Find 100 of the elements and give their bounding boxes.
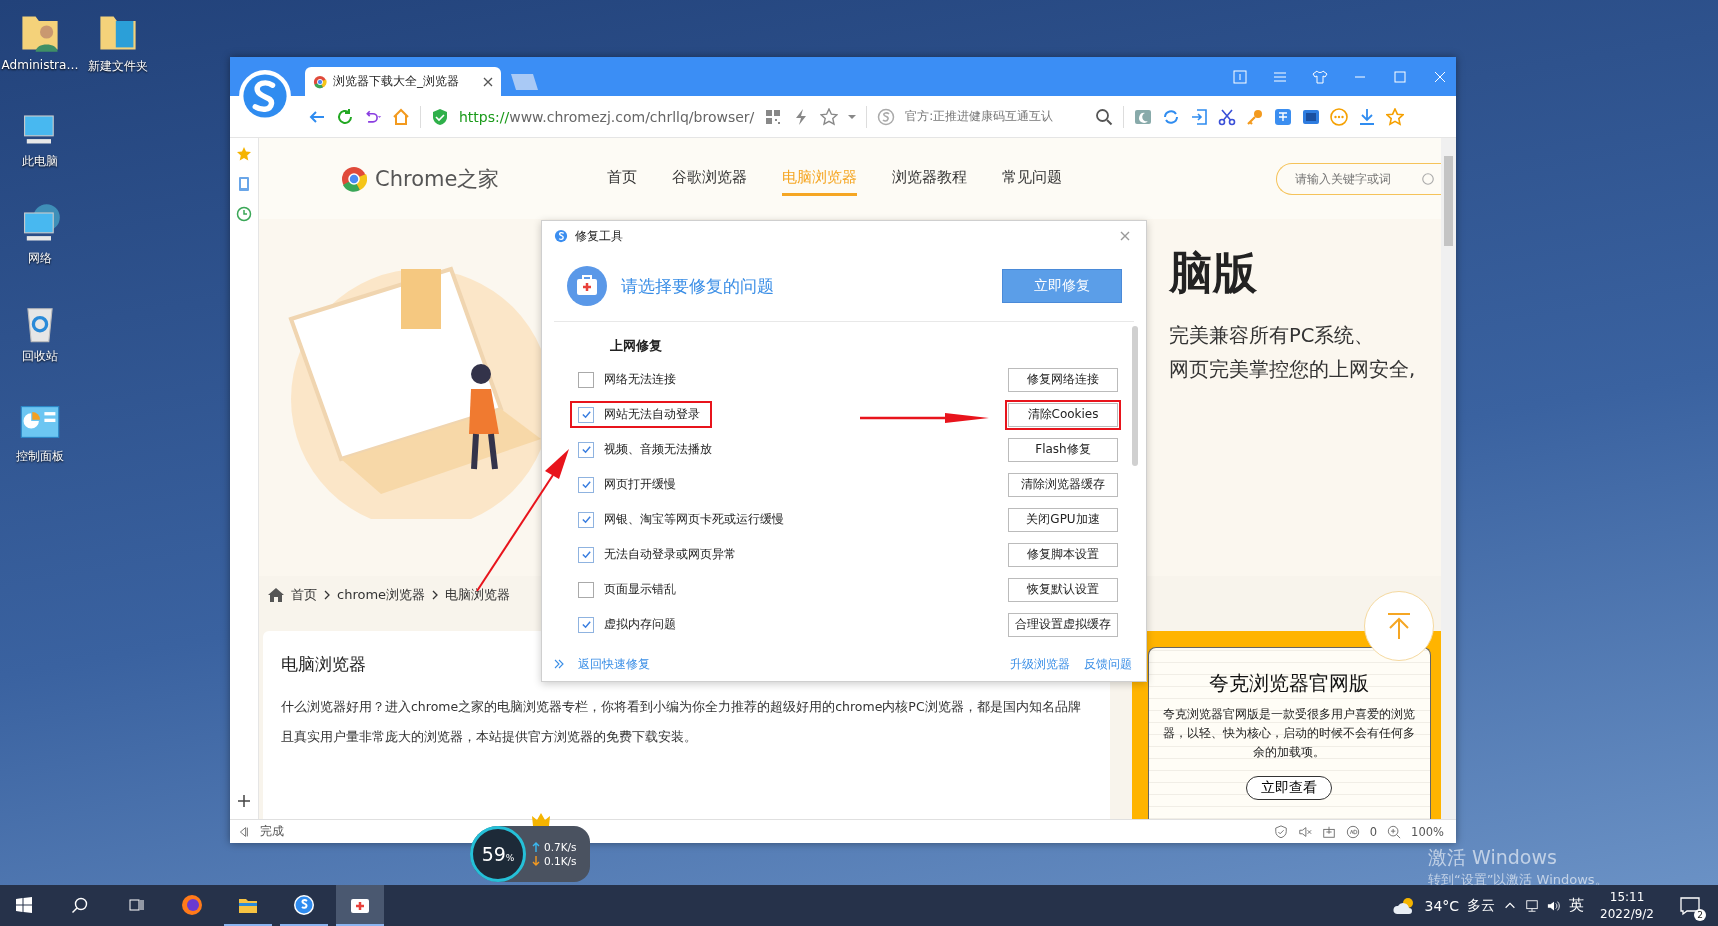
activation-notice-title: 激活 Windows — [1428, 845, 1558, 870]
sync-icon[interactable] — [1162, 107, 1181, 126]
upload-arrow-icon — [532, 842, 540, 852]
close-icon[interactable] — [483, 76, 493, 87]
site-search-field[interactable]: 请输入关键字或词 — [1276, 162, 1441, 195]
add-icon[interactable] — [236, 793, 252, 809]
memory-usage-ring[interactable]: 59% — [470, 826, 526, 882]
windows-logo-icon[interactable] — [15, 895, 33, 914]
section-heading: 上网修复 — [609, 337, 663, 355]
translate-icon[interactable] — [1274, 107, 1293, 126]
option-label[interactable]: 网页打开缓慢 — [570, 471, 688, 498]
shirt-icon[interactable] — [1312, 68, 1328, 85]
view-now-button[interactable]: 立即查看 — [1246, 776, 1333, 800]
network-icon[interactable] — [1525, 898, 1540, 913]
window-list-icon[interactable] — [1232, 68, 1248, 85]
new-tab-icon[interactable] — [509, 74, 539, 90]
site-logo-text[interactable]: Chrome之家 — [375, 164, 500, 193]
option-label[interactable]: 视频、音频无法播放 — [570, 436, 724, 463]
qr-code-icon[interactable] — [764, 107, 783, 126]
chrome-logo-icon — [313, 74, 327, 89]
desktop-icon-label[interactable]: 新建文件夹 — [88, 58, 148, 75]
clock-icon[interactable] — [236, 206, 252, 222]
caret-icon[interactable] — [848, 112, 857, 121]
chevron-right-icon — [431, 589, 440, 600]
search-engine-icon[interactable] — [877, 107, 896, 126]
browser-logo-icon[interactable] — [293, 893, 315, 916]
repair-action-button[interactable]: 修复脚本设置 — [1008, 542, 1118, 567]
refresh-icon[interactable] — [336, 107, 354, 126]
repair-action-button[interactable]: 修复网络连接 — [1008, 367, 1118, 392]
nav-link[interactable]: 首页 — [607, 161, 638, 196]
desktop-icon-label[interactable]: 回收站 — [22, 348, 58, 365]
tablet-icon[interactable] — [236, 176, 252, 192]
notification-icon[interactable] — [1679, 895, 1701, 916]
search-field[interactable]: 官方:正推进健康码互通互认 — [905, 108, 1086, 125]
desktop-icon-label[interactable]: Administra… — [1, 58, 79, 72]
breadcrumb-link[interactable]: chrome浏览器 — [337, 585, 426, 604]
search-icon[interactable] — [1095, 107, 1114, 126]
repair-action-button[interactable]: 清除Cookies — [1008, 402, 1118, 427]
scrollbar[interactable] — [1441, 138, 1456, 819]
checkbox[interactable] — [578, 581, 594, 598]
input-method-indicator[interactable]: 英 — [1569, 896, 1585, 915]
breadcrumb-link[interactable]: 首页 — [291, 585, 317, 604]
zoom-level[interactable]: 100% — [1411, 824, 1444, 839]
option-label[interactable]: 页面显示错乱 — [570, 576, 688, 603]
url-field[interactable]: https://www.chromezj.com/chrllq/browser/ — [459, 106, 755, 127]
repair-action-button[interactable]: 恢复默认设置 — [1008, 577, 1118, 602]
clock[interactable]: 15:11 2022/9/2 — [1592, 888, 1662, 923]
screen-icon[interactable] — [1302, 107, 1321, 126]
section-description: 什么浏览器好用？进入chrome之家的电脑浏览器专栏，你将看到小编为你全力推荐的超级好用的chrome内核PC浏览器，都是国内知名品牌且真实用户量非常庞大的浏览器，本站提供官方浏览器的免费下载安装。 — [281, 698, 1082, 746]
dialog-link[interactable]: 升级浏览器 — [1010, 655, 1070, 673]
mute-icon[interactable] — [1297, 824, 1312, 839]
star-icon[interactable] — [236, 146, 252, 162]
star-icon[interactable] — [820, 107, 839, 126]
favorite-star-icon[interactable] — [1386, 107, 1405, 126]
double-chevron-icon[interactable] — [554, 659, 564, 669]
repair-action-button[interactable]: 合理设置虚拟缓存 — [1008, 612, 1118, 637]
moon-icon[interactable] — [1134, 107, 1153, 126]
tray-icon[interactable] — [1321, 824, 1336, 839]
weather-condition[interactable]: 多云 — [1467, 896, 1496, 915]
nav-link[interactable]: 浏览器教程 — [892, 161, 968, 196]
browser-tab[interactable]: 浏览器下载大全_浏览器 — [305, 67, 501, 96]
option-label[interactable]: 无法自动登录或网页异常 — [570, 541, 748, 568]
download-icon[interactable] — [1358, 107, 1377, 126]
desktop-icon-label[interactable]: 控制面板 — [16, 448, 64, 465]
firefox-icon[interactable] — [181, 893, 203, 916]
desktop-icon-label[interactable]: 网络 — [28, 250, 52, 267]
scissors-icon[interactable] — [1218, 107, 1237, 126]
shield-icon[interactable] — [1273, 824, 1288, 839]
hero-text: 完美兼容所有PC系统、 — [1169, 323, 1376, 349]
more-icon[interactable] — [1330, 107, 1349, 126]
key-icon[interactable] — [1246, 107, 1265, 126]
desktop-icon-label[interactable]: 此电脑 — [22, 153, 58, 170]
option-label[interactable]: 网银、淘宝等网页卡死或运行缓慢 — [570, 506, 796, 533]
shield-icon[interactable] — [431, 107, 449, 126]
repair-action-button[interactable]: 关闭GPU加速 — [1008, 507, 1118, 532]
home-icon[interactable] — [267, 585, 285, 604]
repair-action-button[interactable]: Flash修复 — [1008, 437, 1118, 462]
blocked-ads-count[interactable]: 0 — [1369, 824, 1378, 839]
exit-icon[interactable] — [1190, 107, 1209, 126]
nav-link[interactable]: 谷歌浏览器 — [672, 161, 748, 196]
dialog-link[interactable]: 反馈问题 — [1084, 655, 1132, 673]
breadcrumb-link[interactable]: 电脑浏览器 — [445, 585, 511, 604]
maximize-icon[interactable] — [1392, 68, 1408, 85]
zoom-icon[interactable] — [1387, 824, 1402, 839]
search-icon[interactable] — [71, 895, 89, 914]
repair-tool-app-button[interactable] — [336, 885, 384, 926]
highlighted-option[interactable]: 网站无法自动登录 — [570, 401, 712, 428]
chrome-logo-icon — [341, 165, 367, 192]
weather-temperature[interactable]: 34°C — [1424, 897, 1460, 914]
first-aid-kit-icon — [567, 266, 607, 306]
back-link[interactable]: 返回快速修复 — [578, 655, 650, 673]
upload-speed: 0.7K/s — [544, 841, 577, 853]
option-label[interactable]: 虚拟内存问题 — [570, 611, 688, 638]
network-speed-widget[interactable]: 59% 0.7K/s 0.1K/s — [470, 826, 590, 882]
nav-link[interactable]: 常见问题 — [1002, 161, 1063, 196]
ad-block-icon[interactable] — [1345, 824, 1360, 839]
repair-action-button[interactable]: 清除浏览器缓存 — [1008, 472, 1118, 497]
option-label[interactable]: 网络无法连接 — [570, 366, 688, 393]
section-title: 电脑浏览器 — [281, 653, 366, 676]
checkbox[interactable] — [578, 371, 594, 388]
